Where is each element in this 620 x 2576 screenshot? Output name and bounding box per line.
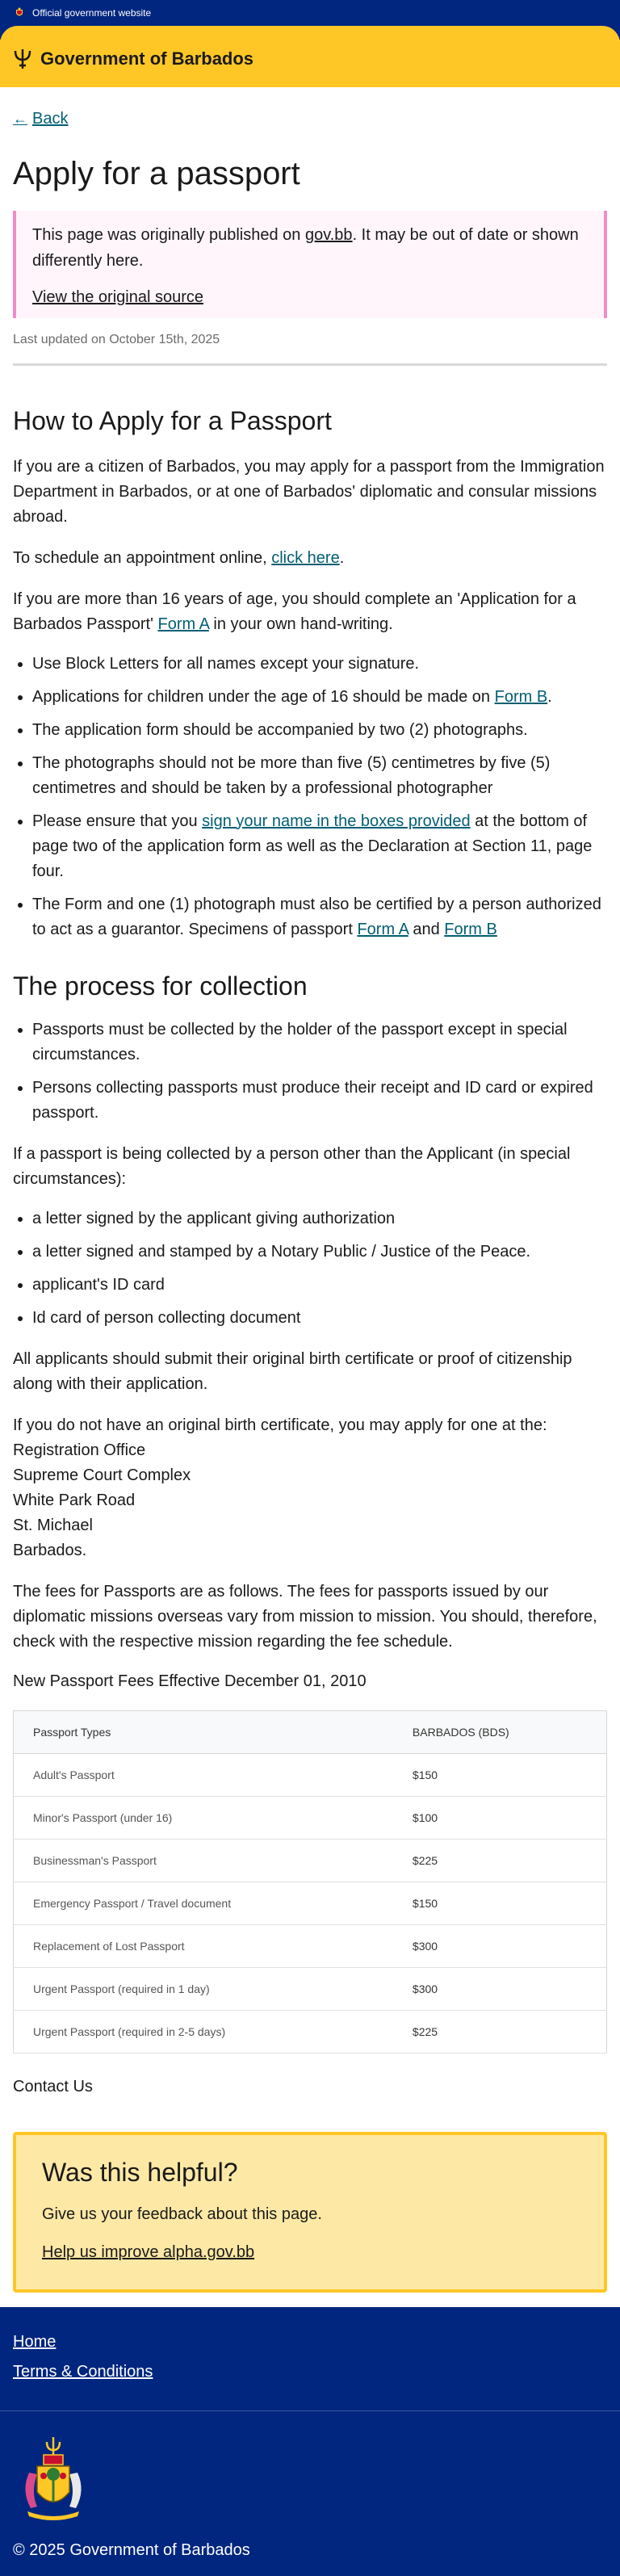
requirements-list: Use Block Letters for all names except y… [13,652,607,942]
list-item: a letter signed by the applicant giving … [32,1206,607,1231]
footer-terms-link[interactable]: Terms & Conditions [13,2363,607,2381]
coat-of-arms-small-icon [16,7,23,16]
table-row: Businessman's Passport $225 [13,1839,607,1883]
table-row: Urgent Passport (required in 1 day) $300 [13,1967,607,2012]
feedback-heading: Was this helpful? [42,2158,238,2188]
table-row: Urgent Passport (required in 2-5 days) $2… [13,2010,607,2054]
paragraph: If you are a citizen of Barbados, you ma… [13,457,605,526]
gov-bb-link[interactable]: gov.bb [305,226,353,244]
table-header: BARBADOS (BDS) [392,1710,607,1755]
table-row: Adult's Passport $150 [13,1753,607,1798]
back-link[interactable]: ← Back [13,110,68,128]
notice-text: This page was originally published on go… [32,226,579,270]
form-b-link[interactable]: Form B [495,688,548,706]
list-item: Use Block Letters for all names except y… [32,652,607,677]
paragraph: All applicants should submit their origi… [13,1350,572,1394]
paragraph: If you do not have an original birth cer… [13,1416,547,1435]
trident-icon [14,49,31,69]
site-footer: Home Terms & Conditions © 2025 Governmen… [0,2307,620,2576]
form-a-link[interactable]: Form A [157,615,208,633]
footer-bottom: © 2025 Government of Barbados [0,2411,620,2576]
last-updated: Last updated on October 15th, 2025 [13,333,607,366]
list-item: Please ensure that you sign your name in… [32,809,607,884]
list-item: Id card of person collecting document [32,1306,607,1331]
paragraph: To schedule an appointment online, click… [13,548,345,567]
section-heading-collection: The process for collection [13,971,308,1001]
table-row: Minor's Passport (under 16) $100 [13,1796,607,1840]
site-header: Government of Barbados [0,25,620,87]
special-circumstances-list: a letter signed by the applicant giving … [13,1206,607,1331]
footer-home-link[interactable]: Home [13,2333,607,2352]
paragraph: The fees for Passports are as follows. T… [13,1583,597,1651]
feedback-text: Give us your feedback about this page. [42,2205,322,2224]
list-item: applicant's ID card [32,1273,607,1298]
registration-office-address: Registration Office Supreme Court Comple… [13,1441,191,1560]
list-item: The photographs should not be more than … [32,751,607,801]
list-item: The Form and one (1) photograph must als… [32,892,607,942]
paragraph: If a passport is being collected by a pe… [13,1145,571,1189]
list-item: Persons collecting passports must produc… [32,1076,607,1126]
archive-notice: This page was originally published on go… [13,211,607,318]
coat-of-arms-icon [25,2437,82,2521]
schedule-appointment-link[interactable]: click here [271,549,339,567]
sign-name-link[interactable]: sign your name in the boxes provided [202,812,470,830]
view-original-source-link[interactable]: View the original source [32,288,588,307]
main-content: ← Back Apply for a passport This page wa… [0,87,620,2293]
page-title: Apply for a passport [13,156,300,191]
contact-us: Contact Us [13,2078,93,2096]
official-banner-label: Official government website [32,7,152,19]
collection-list: Passports must be collected by the holde… [13,1017,607,1126]
section-heading-how-to-apply: How to Apply for a Passport [13,406,332,435]
feedback-panel: Was this helpful? Give us your feedback … [13,2132,607,2293]
fees-title: New Passport Fees Effective December 01,… [13,1672,367,1691]
footer-links: Home Terms & Conditions [0,2307,620,2412]
specimen-form-b-link[interactable]: Form B [444,921,497,938]
table-row: Emergency Passport / Travel document $150 [13,1882,607,1926]
list-item: Applications for children under the age … [32,685,607,710]
paragraph: If you are more than 16 years of age, yo… [13,589,576,633]
table-row: Replacement of Lost Passport $300 [13,1924,607,1969]
footer-copyright: © 2025 Government of Barbados [13,2541,250,2560]
site-brand[interactable]: Government of Barbados [40,48,253,69]
official-banner: Official government website [0,0,620,26]
table-header: Passport Types [13,1710,393,1755]
fees-table: Passport Types BARBADOS (BDS) Adult's Pa… [13,1710,607,2054]
feedback-link[interactable]: Help us improve alpha.gov.bb [42,2243,254,2262]
specimen-form-a-link[interactable]: Form A [357,921,408,938]
list-item: Passports must be collected by the holde… [32,1017,607,1068]
list-item: a letter signed and stamped by a Notary … [32,1240,607,1265]
back-label: Back [32,110,69,128]
arrow-left-icon: ← [13,111,27,127]
list-item: The application form should be accompani… [32,718,607,743]
